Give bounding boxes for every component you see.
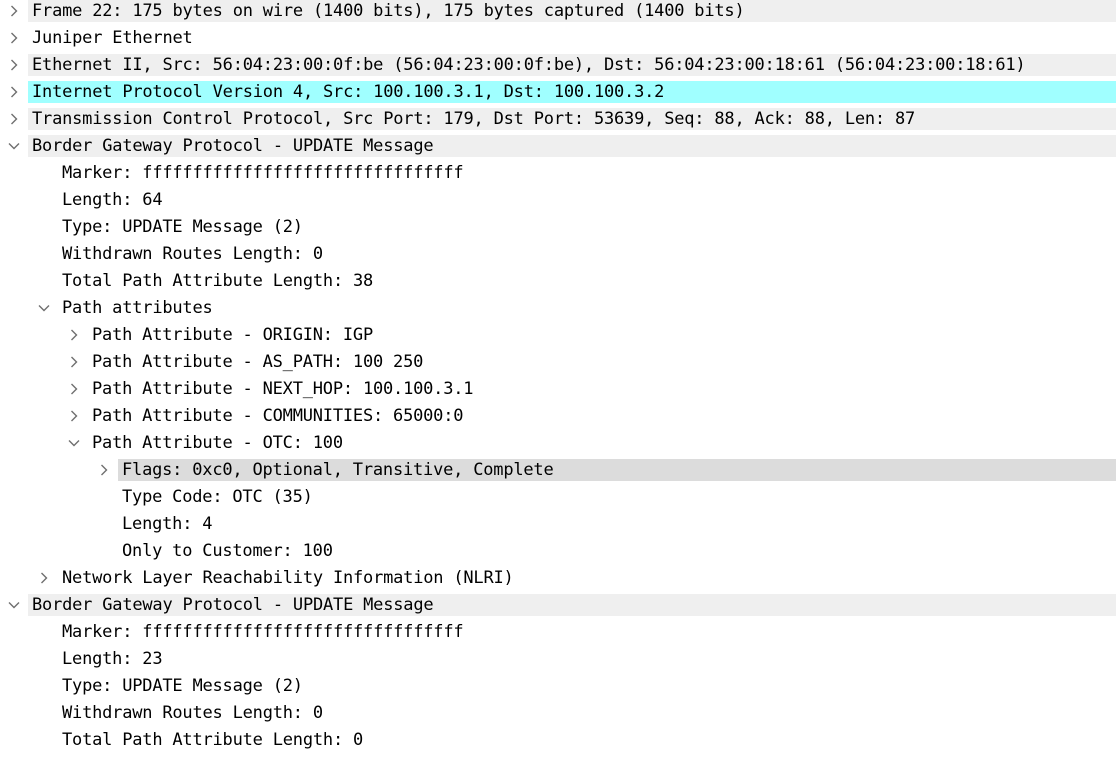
tree-row-label: Marker: ffffffffffffffffffffffffffffffff [62,622,464,642]
chevron-right-icon[interactable] [8,54,22,76]
chevron-down-icon[interactable] [38,297,52,319]
tree-row-label: Frame 22: 175 bytes on wire (1400 bits),… [32,1,745,21]
tree-row-otc-type-code[interactable]: Type Code: OTC (35) [0,486,1116,513]
tree-row-path-attributes[interactable]: Path attributes [0,297,1116,324]
tree-row-path-attr-communities[interactable]: Path Attribute - COMMUNITIES: 65000:0 [0,405,1116,432]
tree-row-total-path-attr-length-2[interactable]: Total Path Attribute Length: 0 [0,729,1116,756]
chevron-right-icon[interactable] [68,351,82,373]
tree-row-ipv4[interactable]: Internet Protocol Version 4, Src: 100.10… [0,81,1116,108]
chevron-right-icon[interactable] [68,405,82,427]
tree-row-total-path-attr-length-1[interactable]: Total Path Attribute Length: 38 [0,270,1116,297]
tree-row-tcp[interactable]: Transmission Control Protocol, Src Port:… [0,108,1116,135]
chevron-right-icon[interactable] [98,459,112,481]
tree-row-ethernet-ii[interactable]: Ethernet II, Src: 56:04:23:00:0f:be (56:… [0,54,1116,81]
tree-row-path-attr-as-path[interactable]: Path Attribute - AS_PATH: 100 250 [0,351,1116,378]
tree-row-label: Path Attribute - OTC: 100 [92,433,343,453]
tree-row-marker-1[interactable]: Marker: ffffffffffffffffffffffffffffffff [0,162,1116,189]
tree-row-label: Marker: ffffffffffffffffffffffffffffffff [62,163,464,183]
tree-row-label: Juniper Ethernet [32,28,193,48]
chevron-down-icon[interactable] [8,594,22,616]
tree-row-marker-2[interactable]: Marker: ffffffffffffffffffffffffffffffff [0,621,1116,648]
chevron-right-icon[interactable] [8,0,22,22]
tree-row-otc-length[interactable]: Length: 4 [0,513,1116,540]
tree-row-label: Network Layer Reachability Information (… [62,568,514,588]
tree-row-otc-flags[interactable]: Flags: 0xc0, Optional, Transitive, Compl… [0,459,1116,486]
tree-row-label: Only to Customer: 100 [122,541,333,561]
tree-row-label: Withdrawn Routes Length: 0 [62,703,323,723]
tree-row-label: Path attributes [62,298,213,318]
chevron-right-icon[interactable] [68,324,82,346]
tree-row-otc-only-to-customer[interactable]: Only to Customer: 100 [0,540,1116,567]
tree-row-label: Length: 64 [62,190,163,210]
tree-row-nlri[interactable]: Network Layer Reachability Information (… [0,567,1116,594]
tree-row-path-attr-origin[interactable]: Path Attribute - ORIGIN: IGP [0,324,1116,351]
tree-row-bgp-update-2[interactable]: Border Gateway Protocol - UPDATE Message [0,594,1116,621]
tree-row-label: Border Gateway Protocol - UPDATE Message [32,595,434,615]
tree-row-bgp-update-1[interactable]: Border Gateway Protocol - UPDATE Message [0,135,1116,162]
chevron-right-icon[interactable] [8,108,22,130]
chevron-down-icon[interactable] [8,135,22,157]
tree-row-juniper-ethernet[interactable]: Juniper Ethernet [0,27,1116,54]
tree-row-frame[interactable]: Frame 22: 175 bytes on wire (1400 bits),… [0,0,1116,27]
tree-row-label: Flags: 0xc0, Optional, Transitive, Compl… [122,460,554,480]
tree-row-label: Internet Protocol Version 4, Src: 100.10… [32,82,665,102]
tree-row-type-1[interactable]: Type: UPDATE Message (2) [0,216,1116,243]
tree-row-label: Type: UPDATE Message (2) [62,217,303,237]
chevron-down-icon[interactable] [68,432,82,454]
packet-details-tree: Frame 22: 175 bytes on wire (1400 bits),… [0,0,1116,756]
tree-row-label: Withdrawn Routes Length: 0 [62,244,323,264]
tree-row-label: Type: UPDATE Message (2) [62,676,303,696]
tree-row-label: Ethernet II, Src: 56:04:23:00:0f:be (56:… [32,55,1026,75]
tree-row-label: Total Path Attribute Length: 0 [62,730,364,750]
chevron-right-icon[interactable] [8,27,22,49]
tree-row-label: Type Code: OTC (35) [122,487,313,507]
tree-row-label: Transmission Control Protocol, Src Port:… [32,109,916,129]
tree-row-label: Path Attribute - NEXT_HOP: 100.100.3.1 [92,379,474,399]
tree-row-withdrawn-length-1[interactable]: Withdrawn Routes Length: 0 [0,243,1116,270]
tree-row-label: Path Attribute - COMMUNITIES: 65000:0 [92,406,464,426]
chevron-right-icon[interactable] [38,567,52,589]
tree-row-label: Path Attribute - AS_PATH: 100 250 [92,352,424,372]
tree-row-path-attr-otc[interactable]: Path Attribute - OTC: 100 [0,432,1116,459]
tree-row-label: Border Gateway Protocol - UPDATE Message [32,136,434,156]
tree-row-label: Total Path Attribute Length: 38 [62,271,374,291]
tree-row-length-1[interactable]: Length: 64 [0,189,1116,216]
tree-row-length-2[interactable]: Length: 23 [0,648,1116,675]
chevron-right-icon[interactable] [68,378,82,400]
tree-row-withdrawn-length-2[interactable]: Withdrawn Routes Length: 0 [0,702,1116,729]
chevron-right-icon[interactable] [8,81,22,103]
tree-row-label: Length: 4 [122,514,213,534]
tree-row-type-2[interactable]: Type: UPDATE Message (2) [0,675,1116,702]
tree-row-path-attr-next-hop[interactable]: Path Attribute - NEXT_HOP: 100.100.3.1 [0,378,1116,405]
tree-row-label: Length: 23 [62,649,163,669]
tree-row-label: Path Attribute - ORIGIN: IGP [92,325,373,345]
